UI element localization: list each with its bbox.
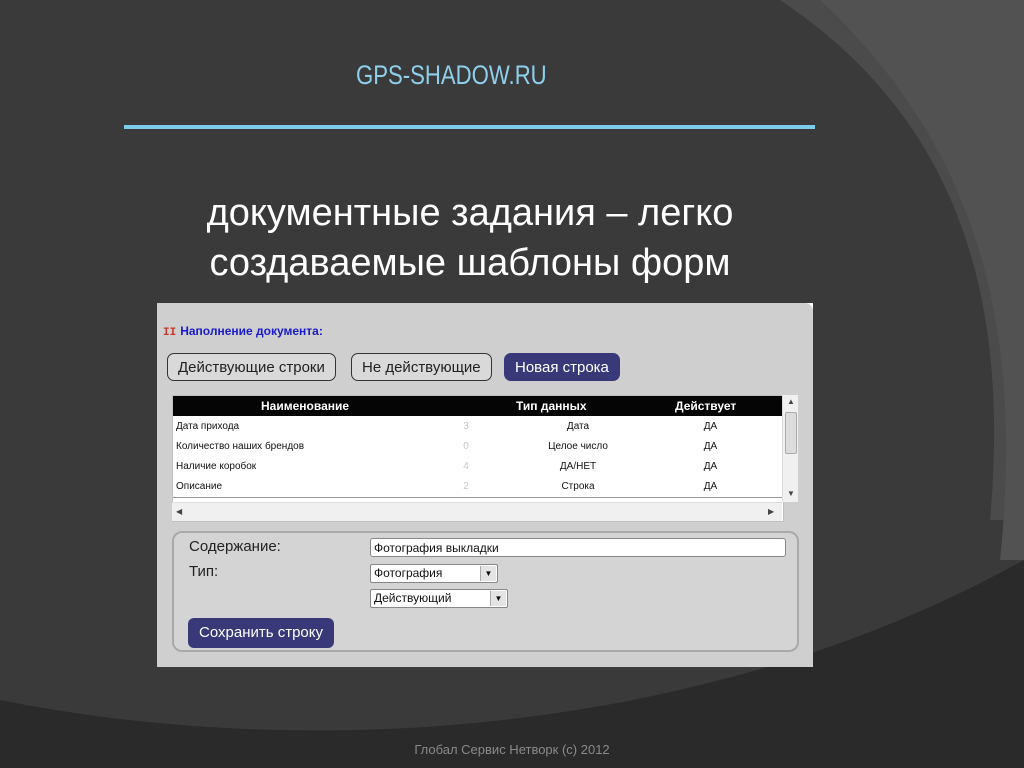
cell-number: 4 [463, 461, 469, 472]
cell-number: 3 [463, 421, 469, 432]
table-row[interactable]: Описание 2 Строка ДА [173, 477, 782, 498]
table-row[interactable]: Дата прихода 3 Дата ДА [173, 417, 782, 438]
column-header-active[interactable]: Действует [675, 399, 736, 413]
cell-name: Наличие коробок [176, 461, 257, 472]
table-header: Наименование Тип данных Действует [173, 396, 782, 416]
row-edit-form: Содержание: Фотография выкладки Тип: Фот… [172, 531, 799, 652]
section-title: II Наполнение документа: [163, 324, 323, 339]
status-select-value: Действующий [374, 591, 452, 605]
slide-headline: документные задания – легко создаваемые … [206, 192, 734, 284]
scroll-left-icon[interactable]: ◀ [176, 507, 182, 516]
column-header-name[interactable]: Наименование [261, 399, 349, 413]
scroll-up-icon[interactable]: ▲ [787, 397, 795, 406]
chevron-down-icon[interactable]: ▼ [480, 566, 496, 581]
save-row-button[interactable]: Сохранить строку [188, 618, 334, 648]
cell-number: 0 [463, 441, 469, 452]
cell-type: Строка [561, 481, 595, 492]
tab-inactive-rows[interactable]: Не действующие [351, 353, 492, 381]
horizontal-scrollbar[interactable]: ◀ ▶ [172, 502, 782, 521]
scroll-right-icon[interactable]: ▶ [768, 507, 774, 516]
content-input[interactable]: Фотография выкладки [370, 538, 786, 557]
column-header-type[interactable]: Тип данных [516, 399, 587, 413]
scroll-down-icon[interactable]: ▼ [787, 489, 795, 498]
content-label: Содержание: [189, 538, 281, 555]
new-row-button[interactable]: Новая строка [504, 353, 620, 381]
site-title: GPS-SHADOW.RU [356, 60, 547, 90]
vertical-scrollbar[interactable]: ▲ ▼ [782, 395, 798, 502]
cell-type: ДА/НЕТ [559, 461, 597, 472]
section-icon: II [163, 327, 177, 339]
tab-active-rows[interactable]: Действующие строки [167, 353, 336, 381]
cell-active: ДА [703, 441, 718, 452]
cell-type: Дата [566, 421, 590, 432]
type-select[interactable]: Фотография ▼ [370, 564, 498, 583]
app-panel: II Наполнение документа: Действующие стро… [157, 303, 813, 667]
title-divider [124, 125, 815, 129]
cell-active: ДА [703, 421, 718, 432]
cell-number: 2 [463, 481, 469, 492]
type-select-value: Фотография [374, 566, 443, 580]
chevron-down-icon[interactable]: ▼ [490, 591, 506, 606]
footer-copyright: Глобал Сервис Нетворк (c) 2012 [414, 742, 610, 757]
cell-name: Количество наших брендов [176, 441, 305, 452]
cell-active: ДА [703, 461, 718, 472]
status-select[interactable]: Действующий ▼ [370, 589, 508, 608]
cell-active: ДА [703, 481, 718, 492]
scrollbar-thumb[interactable] [785, 412, 797, 454]
table-row[interactable]: Наличие коробок 4 ДА/НЕТ ДА [173, 457, 782, 478]
cell-type: Целое число [548, 441, 608, 452]
type-label: Тип: [189, 563, 219, 580]
cell-name: Описание [176, 481, 223, 492]
section-title-text: Наполнение документа: [180, 324, 323, 338]
cell-name: Дата прихода [176, 421, 240, 432]
table-row[interactable]: Количество наших брендов 0 Целое число Д… [173, 437, 782, 458]
app-screenshot: II Наполнение документа: Действующие стро… [157, 303, 813, 667]
